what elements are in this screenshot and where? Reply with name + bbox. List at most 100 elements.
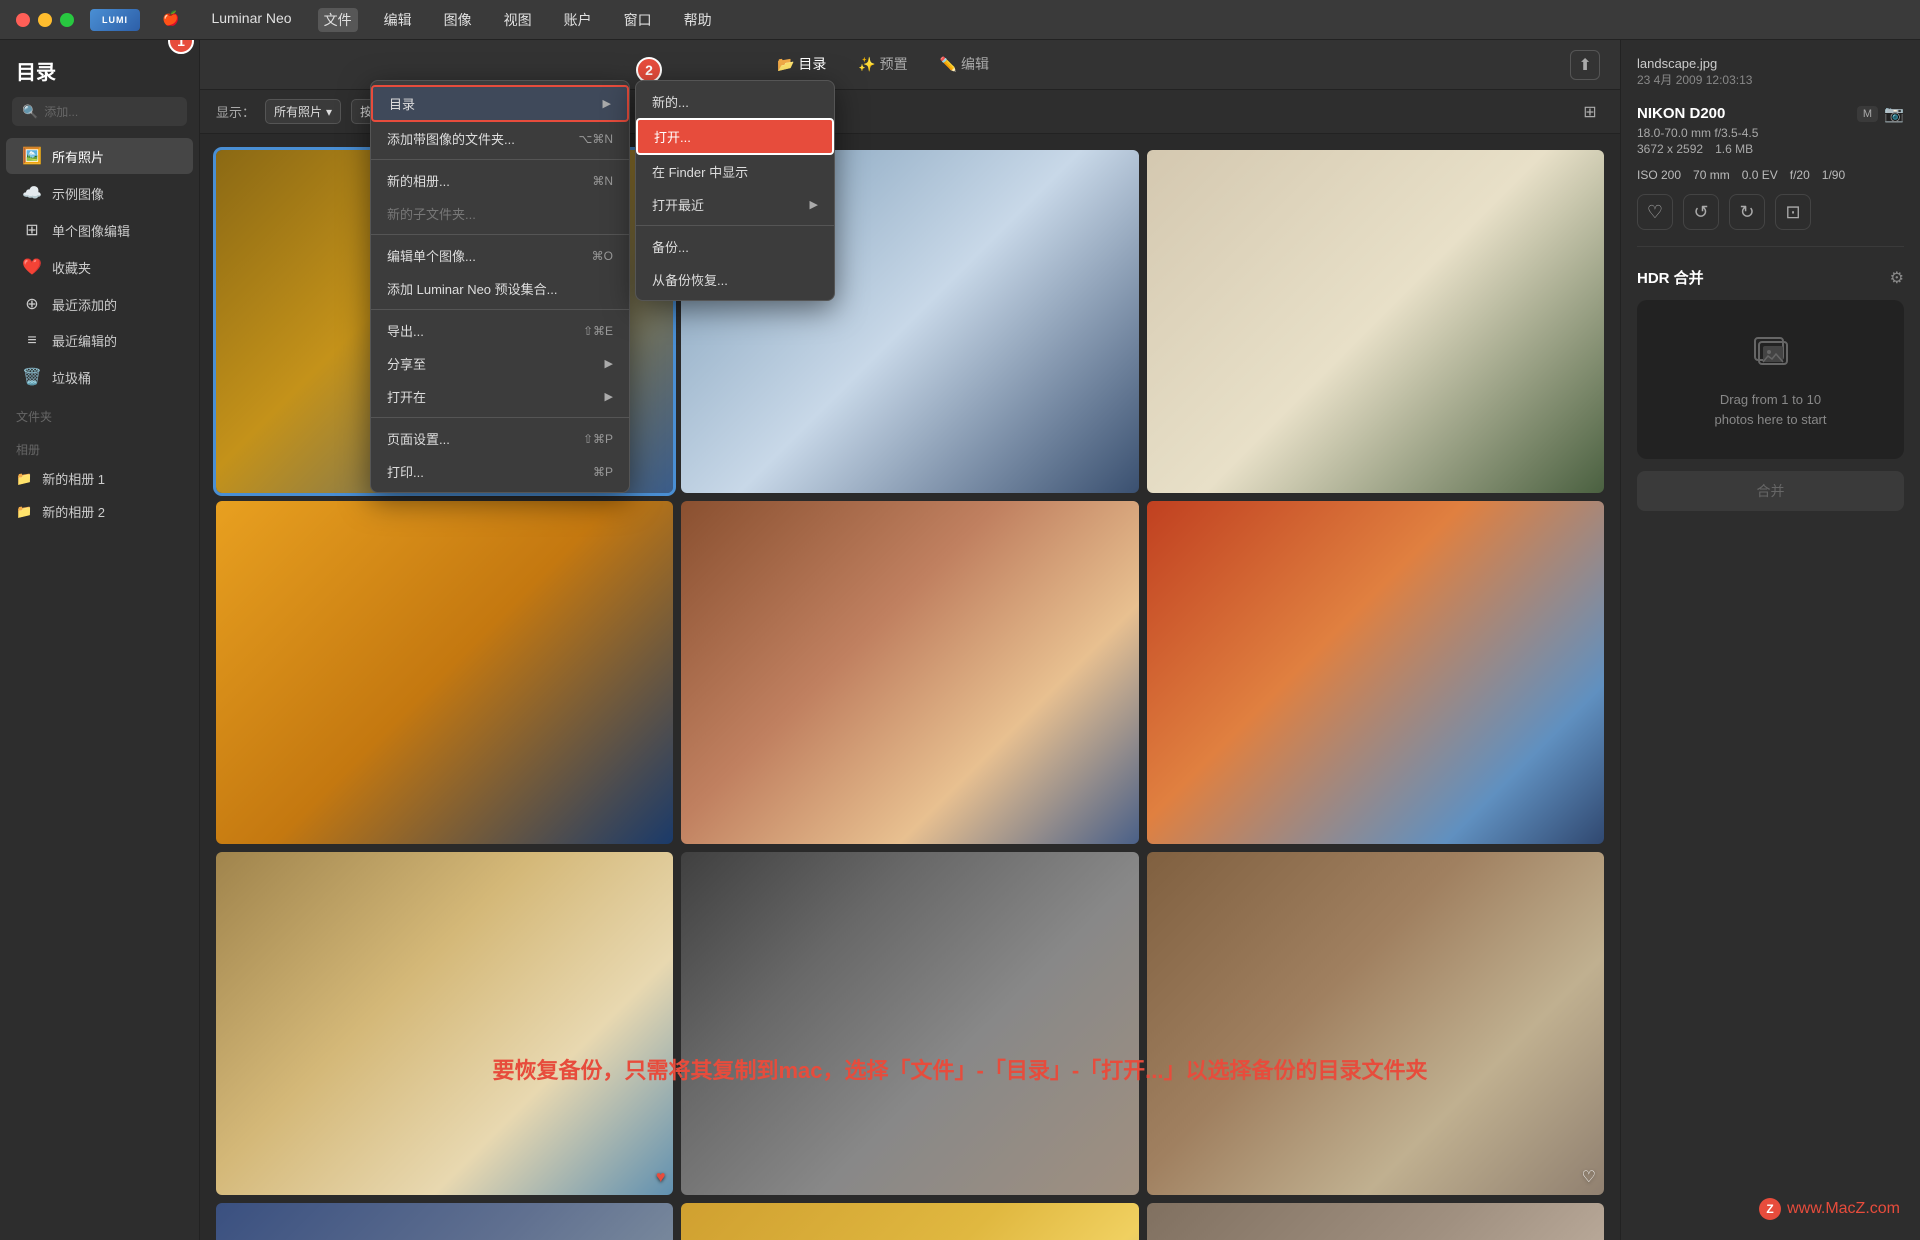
sidebar-item-favorites[interactable]: ❤️ 收藏夹 (6, 249, 193, 285)
menu-help[interactable]: 帮助 (678, 8, 718, 32)
close-button[interactable] (16, 13, 30, 27)
hdr-merge-button[interactable]: 合并 (1637, 471, 1904, 511)
edit-tab-icon: ✏️ (940, 56, 957, 72)
menu-item-catalog[interactable]: 目录 ▶ (371, 85, 629, 122)
exif-ev: 0.0 EV (1742, 168, 1778, 182)
photo-cell[interactable] (216, 1203, 673, 1240)
photo-dimensions: 3672 x 2592 1.6 MB (1637, 142, 1904, 156)
camera-model: NIKON D200 (1637, 105, 1725, 122)
sliders-icon: ≡ (22, 332, 42, 350)
favorite-button[interactable]: ♡ (1637, 194, 1673, 230)
hdr-drop-zone[interactable]: Drag from 1 to 10photos here to start (1637, 300, 1904, 459)
sidebar-item-trash[interactable]: 🗑️ 垃圾桶 (6, 359, 193, 395)
menu-item-page-setup[interactable]: 页面设置... ⇧⌘P (371, 422, 629, 455)
share-button[interactable]: ⬆ (1570, 50, 1600, 80)
photo-cell[interactable]: ♥ (216, 852, 673, 1195)
photo-cell[interactable] (681, 501, 1138, 844)
sidebar: 目录 🔍 添加... 🖼️ 所有照片 ☁️ 示例图像 ⊞ 单个图像编辑 ❤️ 收… (0, 40, 200, 1240)
photo-cell[interactable]: ♡ (1147, 852, 1604, 1195)
catalog-submenu-new[interactable]: 新的... (636, 85, 834, 118)
catalog-submenu-backup[interactable]: 备份... (636, 230, 834, 263)
file-menu-dropdown: 目录 ▶ 添加带图像的文件夹... ⌥⌘N 新的相册... ⌘N 新的子文件夹.… (370, 80, 630, 493)
menu-edit[interactable]: 编辑 (378, 8, 418, 32)
menu-item-label: 新的相册... (387, 171, 450, 190)
menu-account[interactable]: 账户 (558, 8, 598, 32)
photo-cell[interactable] (216, 501, 673, 844)
crop-icon: ⊡ (1785, 202, 1800, 223)
exif-shutter: 1/90 (1822, 168, 1845, 182)
photos-drop-icon (1751, 330, 1791, 378)
menu-item-export[interactable]: 导出... ⇧⌘E (371, 314, 629, 347)
menu-separator (371, 234, 629, 235)
photo-cell[interactable] (681, 1203, 1138, 1240)
photo-cell[interactable] (1147, 501, 1604, 844)
sidebar-item-label: 单个图像编辑 (52, 221, 130, 240)
exif-row: ISO 200 70 mm 0.0 EV f/20 1/90 (1637, 168, 1904, 182)
photo-cell[interactable] (681, 852, 1138, 1195)
menu-window[interactable]: 窗口 (618, 8, 658, 32)
menu-item-label: 编辑单个图像... (387, 246, 476, 265)
rotate-right-button[interactable]: ↻ (1729, 194, 1765, 230)
sidebar-item-all-photos[interactable]: 🖼️ 所有照片 (6, 138, 193, 174)
sidebar-search[interactable]: 🔍 添加... (12, 97, 187, 126)
exif-iso: ISO 200 (1637, 168, 1681, 182)
catalog-submenu-show-finder[interactable]: 在 Finder 中显示 (636, 155, 834, 188)
menu-item-open-in[interactable]: 打开在 ▶ (371, 380, 629, 413)
menu-item-share[interactable]: 分享至 ▶ (371, 347, 629, 380)
menu-item-print[interactable]: 打印... ⌘P (371, 455, 629, 488)
menu-item-add-folder[interactable]: 添加带图像的文件夹... ⌥⌘N (371, 122, 629, 155)
search-icon: 🔍 (22, 104, 38, 120)
grid-view-button[interactable]: ⊞ (1576, 98, 1604, 126)
hdr-section-header: HDR 合并 ⚙ (1637, 267, 1904, 288)
rotate-left-button[interactable]: ↺ (1683, 194, 1719, 230)
hdr-title: HDR 合并 (1637, 267, 1704, 288)
maximize-button[interactable] (60, 13, 74, 27)
watermark-text: www.MacZ.com (1787, 1200, 1900, 1218)
menu-item-add-presets[interactable]: 添加 Luminar Neo 预设集合... (371, 272, 629, 305)
show-all-label: 所有照片 (274, 103, 322, 120)
menu-item-edit-single[interactable]: 编辑单个图像... ⌘O (371, 239, 629, 272)
sidebar-item-recent-added[interactable]: ⊕ 最近添加的 (6, 286, 193, 322)
tab-presets[interactable]: ✨ 预置 (854, 46, 911, 84)
sidebar-item-label: 最近添加的 (52, 295, 117, 314)
crop-button[interactable]: ⊡ (1775, 194, 1811, 230)
menu-item-new-subfolder: 新的子文件夹... (371, 197, 629, 230)
settings-icon[interactable]: ⚙ (1890, 268, 1904, 288)
menu-separator (371, 417, 629, 418)
albums-section-label: 相册 (0, 429, 199, 462)
sidebar-album-1[interactable]: 📁 新的相册 1 (0, 462, 199, 495)
sidebar-item-recent-edited[interactable]: ≡ 最近编辑的 (6, 323, 193, 358)
camera-lens: 18.0-70.0 mm f/3.5-4.5 (1637, 126, 1904, 140)
sidebar-title: 目录 (0, 52, 199, 97)
sidebar-item-examples[interactable]: ☁️ 示例图像 (6, 175, 193, 211)
tab-edit[interactable]: ✏️ 编辑 (936, 46, 993, 84)
catalog-submenu-restore[interactable]: 从备份恢复... (636, 263, 834, 296)
exif-focal: 70 mm (1693, 168, 1730, 182)
show-select[interactable]: 所有照片 ▾ (265, 99, 341, 124)
tab-catalog[interactable]: 📂 目录 (773, 46, 830, 84)
photo-cell[interactable] (1147, 150, 1604, 493)
menu-file[interactable]: 文件 (318, 8, 358, 32)
album-icon: 📁 (16, 471, 32, 487)
heart-icon: ♡ (1647, 202, 1663, 223)
menu-item-new-album[interactable]: 新的相册... ⌘N (371, 164, 629, 197)
rotate-left-icon: ↺ (1693, 202, 1708, 223)
album-icon: 📁 (16, 504, 32, 520)
sidebar-album-2[interactable]: 📁 新的相册 2 (0, 495, 199, 528)
menu-app[interactable]: Luminar Neo (205, 8, 297, 32)
apple-menu[interactable]: 🍎 (156, 8, 185, 32)
share-icon: ⬆ (1578, 55, 1591, 75)
catalog-submenu-open-recent[interactable]: 打开最近 ▶ (636, 188, 834, 221)
catalog-submenu-open[interactable]: 打开... (636, 118, 834, 155)
photo-actions: ♡ ↺ ↻ ⊡ (1637, 194, 1904, 247)
menu-view[interactable]: 视图 (498, 8, 538, 32)
rotate-right-icon: ↻ (1739, 202, 1754, 223)
photo-cell[interactable] (1147, 1203, 1604, 1240)
sidebar-item-label: 所有照片 (52, 147, 104, 166)
menu-image[interactable]: 图像 (438, 8, 478, 32)
app-body: 目录 🔍 添加... 🖼️ 所有照片 ☁️ 示例图像 ⊞ 单个图像编辑 ❤️ 收… (0, 40, 1920, 1240)
menu-shortcut: ⌥⌘N (579, 132, 614, 146)
menubar: 🍎 Luminar Neo 文件 编辑 图像 视图 账户 窗口 帮助 (156, 8, 718, 32)
minimize-button[interactable] (38, 13, 52, 27)
sidebar-item-single-edit[interactable]: ⊞ 单个图像编辑 (6, 212, 193, 248)
